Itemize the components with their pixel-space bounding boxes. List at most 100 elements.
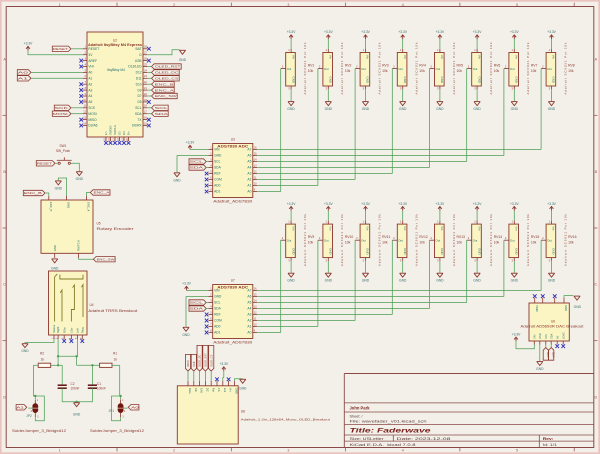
svg-text:A1: A1 — [16, 406, 24, 410]
svg-text:OLED_CS: OLED_CS — [155, 77, 179, 81]
svg-text:ENC_B: ENC_B — [155, 82, 174, 86]
svg-text:ADS7830 ADC: ADS7830 ADC — [217, 286, 249, 290]
svg-text:SCL: SCL — [135, 106, 142, 110]
svg-text:AD0: AD0 — [214, 325, 221, 329]
svg-text:Vin: Vin — [440, 226, 444, 231]
svg-text:COM: COM — [214, 319, 222, 323]
svg-text:D3: D3 — [118, 131, 122, 135]
svg-text:Adafruit SC6021 Pot 10k: Adafruit SC6021 Pot 10k — [489, 214, 493, 267]
svg-text:U8: U8 — [241, 410, 245, 414]
svg-text:OLED_CS: OLED_CS — [209, 355, 213, 367]
svg-text:SCK: SCK — [55, 106, 70, 110]
svg-text:+3.3V: +3.3V — [361, 30, 371, 34]
svg-text:SCL: SCL — [189, 160, 203, 164]
svg-text:+3.3V: +3.3V — [547, 30, 557, 34]
svg-text:+3.3V: +3.3V — [324, 30, 334, 34]
svg-text:ENC_B: ENC_B — [49, 202, 53, 211]
svg-text:SCL: SCL — [214, 160, 221, 164]
svg-text:Adafruit SC6021 Pot 10k: Adafruit SC6021 Pot 10k — [452, 214, 456, 267]
svg-text:+3.3V: +3.3V — [398, 30, 408, 34]
svg-text:A5: A5 — [247, 301, 251, 305]
svg-text:+3.3V: +3.3V — [186, 141, 196, 145]
svg-text:Out: Out — [473, 238, 478, 242]
svg-text:Rotary Encoder: Rotary Encoder — [97, 227, 136, 231]
svg-text:VIN: VIN — [214, 289, 220, 293]
svg-text:5: 5 — [516, 3, 518, 7]
svg-text:A4: A4 — [247, 166, 251, 170]
svg-text:VIN: VIN — [214, 148, 220, 152]
svg-text:SDA: SDA — [155, 112, 170, 116]
svg-text:10k: 10k — [494, 241, 500, 245]
svg-text:1k: 1k — [41, 357, 45, 361]
svg-text:GND: GND — [515, 248, 519, 254]
svg-text:SCL: SCL — [189, 301, 203, 305]
svg-text:Rev:: Rev: — [543, 437, 554, 441]
svg-text:CS: CS — [217, 388, 221, 392]
svg-text:GND: GND — [73, 413, 81, 417]
svg-text:ENC_A: ENC_A — [155, 88, 175, 92]
svg-text:RV3: RV3 — [382, 64, 389, 68]
svg-text:Vin: Vin — [552, 226, 556, 231]
svg-text:+3.3V: +3.3V — [436, 202, 446, 206]
svg-text:1: 1 — [59, 449, 61, 453]
svg-text:GND: GND — [548, 107, 556, 111]
svg-text:Adafruit SC6021 Pot 10k: Adafruit SC6021 Pot 10k — [303, 42, 307, 95]
svg-text:ADS7830 ADC: ADS7830 ADC — [217, 145, 249, 149]
svg-text:+3.3V: +3.3V — [436, 30, 446, 34]
svg-text:Left: Left — [76, 328, 80, 333]
svg-text:GND: GND — [473, 279, 481, 283]
svg-text:Vin: Vin — [477, 55, 481, 60]
svg-text:A7: A7 — [247, 289, 251, 293]
svg-text:10k: 10k — [457, 241, 463, 245]
svg-text:RV7: RV7 — [531, 64, 538, 68]
svg-text:GND: GND — [436, 107, 444, 111]
svg-text:U3: U3 — [231, 137, 235, 141]
svg-text:SCL: SCL — [155, 106, 169, 110]
svg-text:3: 3 — [287, 3, 289, 7]
svg-text:SCL: SCL — [544, 333, 548, 339]
svg-text:A2: A2 — [88, 82, 92, 86]
svg-text:AD0: AD0 — [214, 184, 221, 188]
svg-text:GND: GND — [366, 248, 370, 254]
svg-text:10k: 10k — [382, 241, 388, 245]
svg-text:GND: GND — [287, 279, 295, 283]
svg-text:Out: Out — [510, 67, 515, 71]
svg-text:10k: 10k — [345, 241, 351, 245]
svg-text:100nF: 100nF — [97, 387, 106, 391]
svg-text:+3.3V: +3.3V — [473, 30, 483, 34]
svg-text:100nF: 100nF — [70, 387, 79, 391]
svg-text:ENC_SW: ENC_SW — [155, 94, 177, 98]
svg-text:OLED_DC: OLED_DC — [155, 71, 180, 75]
svg-text:D4: D4 — [122, 131, 126, 135]
svg-text:GND: GND — [67, 202, 71, 208]
svg-text:+3.3V: +3.3V — [547, 202, 557, 206]
svg-text:RSw: RSw — [62, 327, 66, 333]
svg-text:JP2: JP2 — [26, 414, 32, 418]
svg-text:SDA: SDA — [551, 352, 555, 358]
svg-text:2: 2 — [173, 3, 175, 7]
svg-text:SDA: SDA — [549, 333, 553, 339]
svg-text:2: 2 — [173, 449, 175, 453]
svg-text:Out: Out — [436, 67, 441, 71]
svg-text:AREF: AREF — [88, 59, 97, 63]
svg-text:Adafruit SC6021 Pot 10k: Adafruit SC6021 Pot 10k — [415, 42, 419, 95]
svg-text:GND: GND — [511, 279, 519, 283]
svg-text:GND: GND — [239, 386, 247, 390]
svg-text:File: wavefader_v01.kicad_sch: File: wavefader_v01.kicad_sch — [350, 420, 427, 424]
svg-text:MOSI: MOSI — [186, 360, 190, 367]
svg-text:AD1: AD1 — [214, 190, 221, 194]
svg-text:GND: GND — [235, 388, 239, 394]
svg-text:+3.3V: +3.3V — [510, 30, 520, 34]
svg-text:Title: Faderwave: Title: Faderwave — [350, 427, 431, 434]
svg-text:Adafruit SC6021 Pot 10k: Adafruit SC6021 Pot 10k — [377, 214, 381, 267]
svg-text:RESET: RESET — [37, 162, 52, 166]
svg-text:A0: A0 — [247, 190, 251, 194]
svg-text:A2: A2 — [247, 178, 251, 182]
svg-text:Adafruit SC6021 Pot 10k: Adafruit SC6021 Pot 10k — [303, 214, 307, 267]
svg-text:SDA: SDA — [214, 307, 222, 311]
svg-text:D7: D7 — [137, 94, 141, 98]
svg-text:RV11: RV11 — [382, 235, 390, 239]
svg-text:RV8: RV8 — [568, 64, 575, 68]
svg-text:D13/LED: D13/LED — [128, 65, 142, 69]
svg-text:VREF: VREF — [535, 305, 539, 313]
